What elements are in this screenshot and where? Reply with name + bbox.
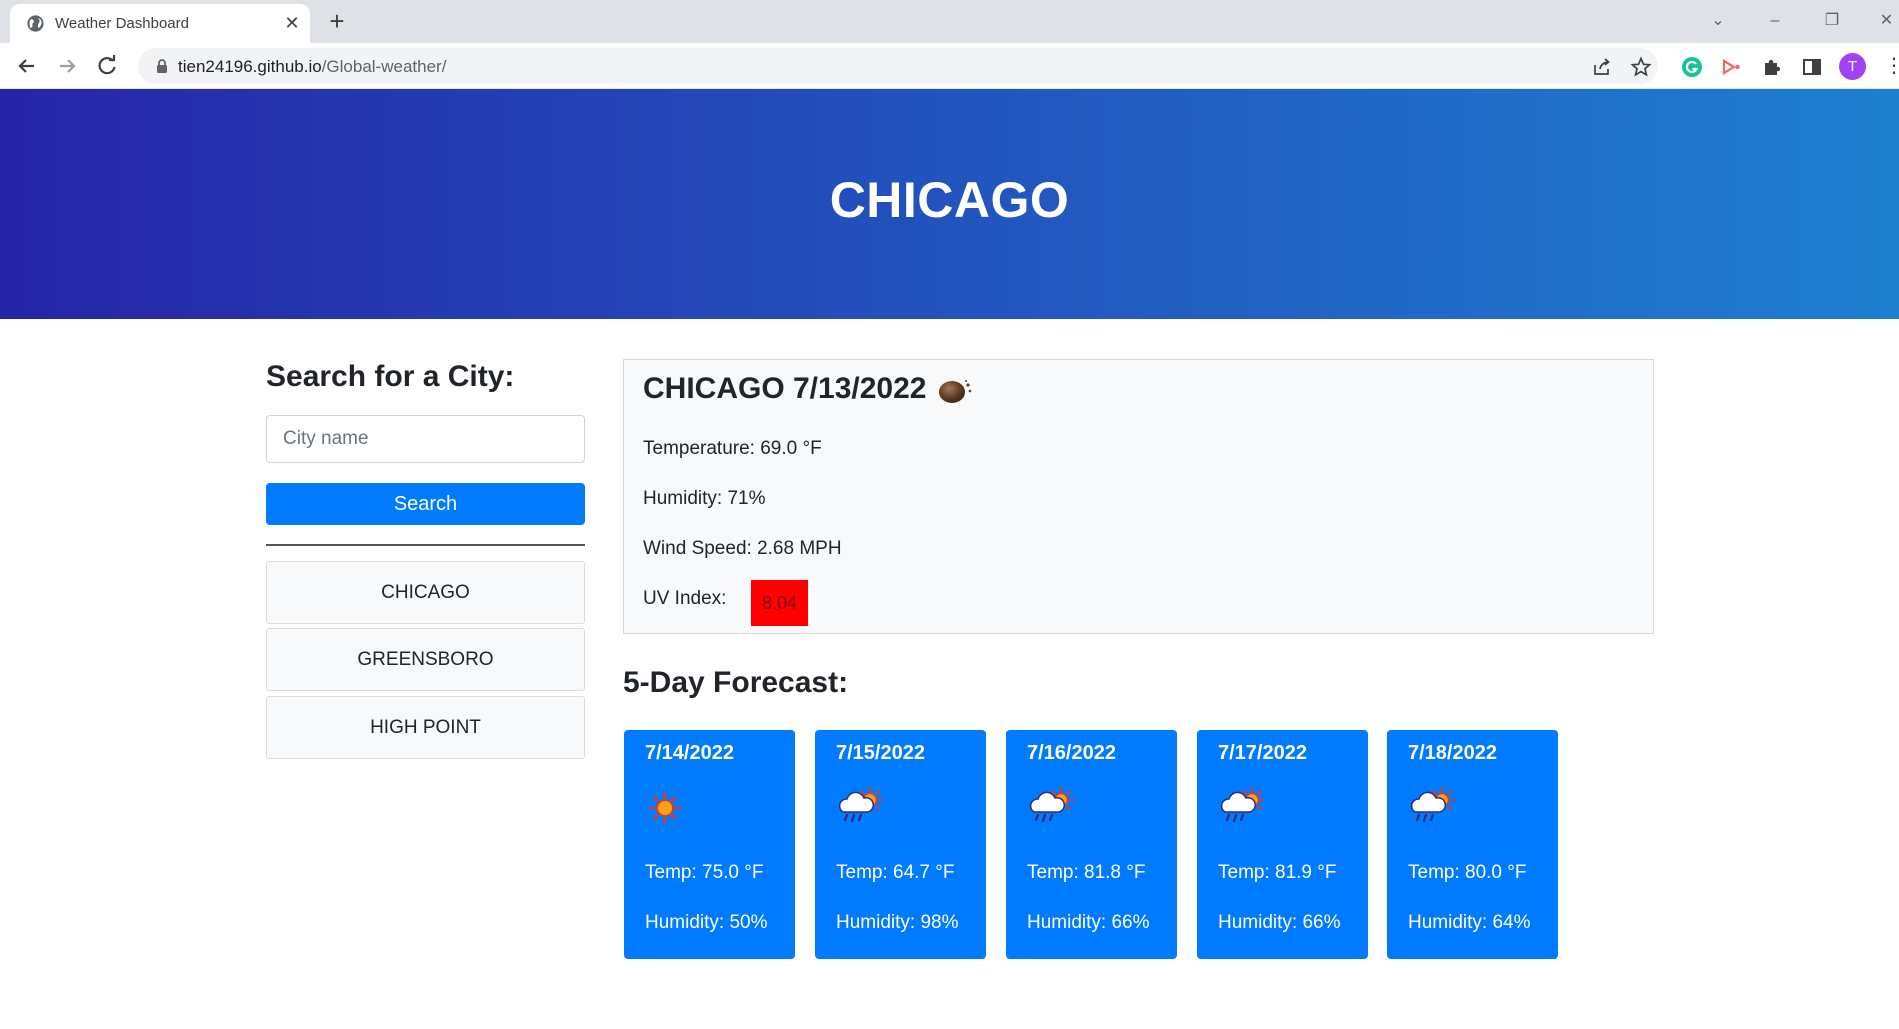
sidebar-divider [266, 544, 585, 546]
current-humidity: Humidity: 71% [643, 488, 766, 509]
forecast-temp: Temp: 81.8 °F [1027, 862, 1146, 883]
forecast-date: 7/15/2022 [836, 742, 925, 764]
tab-search-icon[interactable]: ⌄ [1703, 6, 1733, 36]
forecast-date: 7/18/2022 [1408, 742, 1497, 764]
browser-toolbar: tien24196.github.io/Global-weather/ T ⋮ [0, 43, 1899, 89]
forecast-card: 7/18/2022 Temp: 80.0 °F Humidity: 64% [1387, 730, 1558, 959]
close-tab-icon[interactable]: ✕ [282, 13, 302, 33]
city-search-input[interactable] [266, 415, 585, 463]
browser-tabstrip: Weather Dashboard ✕ + ⌄ – ❐ ✕ [0, 0, 1899, 43]
url-text: tien24196.github.io/Global-weather/ [178, 57, 447, 76]
night-clear-moon-icon [939, 380, 972, 403]
sun-rain-cloud-icon [1220, 787, 1265, 823]
forecast-date: 7/16/2022 [1027, 742, 1116, 764]
forecast-card: 7/16/2022 Temp: 81.8 °F Humidity: 66% [1006, 730, 1177, 959]
uv-index-row: UV Index: 8.04 [643, 580, 808, 626]
restore-icon[interactable]: ❐ [1817, 6, 1847, 36]
forecast-humidity: Humidity: 50% [645, 912, 768, 933]
forward-icon[interactable] [52, 51, 82, 81]
uv-index-badge: 8.04 [751, 580, 808, 626]
reload-icon[interactable] [92, 51, 122, 81]
uv-index-label: UV Index: [643, 588, 727, 609]
browser-tab[interactable]: Weather Dashboard ✕ [10, 4, 310, 43]
profile-avatar[interactable]: T [1839, 53, 1866, 80]
sun-rain-cloud-icon [838, 787, 883, 823]
search-button[interactable]: Search [266, 483, 585, 525]
forecast-date: 7/17/2022 [1218, 742, 1307, 764]
extensions-puzzle-icon[interactable] [1760, 55, 1784, 79]
cast-extension-icon[interactable] [1720, 55, 1744, 79]
current-weather-heading: CHICAGO 7/13/2022 [643, 372, 927, 405]
forecast-temp: Temp: 80.0 °F [1408, 862, 1527, 883]
sun-rain-cloud-icon [1410, 787, 1455, 823]
forecast-temp: Temp: 64.7 °F [836, 862, 955, 883]
forecast-title: 5-Day Forecast: [623, 666, 849, 699]
new-tab-icon[interactable]: + [322, 7, 352, 37]
forecast-card: 7/17/2022 Temp: 81.9 °F Humidity: 66% [1197, 730, 1368, 959]
forecast-humidity: Humidity: 66% [1218, 912, 1341, 933]
history-button-greensboro[interactable]: GREENSBORO [266, 628, 585, 691]
grammarly-icon[interactable] [1680, 55, 1704, 79]
lock-icon[interactable] [154, 58, 170, 74]
browser-menu-icon[interactable]: ⋮ [1884, 55, 1899, 79]
header-city-title: CHICAGO [829, 172, 1070, 228]
forecast-date: 7/14/2022 [645, 742, 734, 764]
forecast-card: 7/14/2022 Temp: 75.0 °F Humidity: 50% [624, 730, 795, 959]
close-window-icon[interactable]: ✕ [1874, 6, 1899, 36]
address-bar[interactable]: tien24196.github.io/Global-weather/ [138, 48, 1658, 84]
tab-title: Weather Dashboard [55, 15, 189, 32]
forecast-temp: Temp: 81.9 °F [1218, 862, 1337, 883]
minimize-icon[interactable]: – [1760, 6, 1790, 36]
forecast-temp: Temp: 75.0 °F [645, 862, 764, 883]
back-icon[interactable] [12, 51, 42, 81]
forecast-humidity: Humidity: 66% [1027, 912, 1150, 933]
globe-icon [27, 15, 44, 32]
side-panel-icon[interactable] [1800, 55, 1824, 79]
current-weather-card: CHICAGO 7/13/2022 Temperature: 69.0 °F H… [623, 359, 1654, 634]
sun-icon [648, 791, 682, 825]
forecast-humidity: Humidity: 98% [836, 912, 959, 933]
history-button-high-point[interactable]: HIGH POINT [266, 696, 585, 759]
sun-rain-cloud-icon [1029, 787, 1074, 823]
forecast-card: 7/15/2022 Temp: 64.7 °F Humidity: 98% [815, 730, 986, 959]
search-title: Search for a City: [266, 360, 515, 393]
bookmark-star-icon[interactable] [1630, 56, 1652, 78]
current-temperature: Temperature: 69.0 °F [643, 438, 822, 459]
forecast-humidity: Humidity: 64% [1408, 912, 1531, 933]
share-icon[interactable] [1591, 56, 1613, 78]
history-button-chicago[interactable]: CHICAGO [266, 561, 585, 624]
current-wind-speed: Wind Speed: 2.68 MPH [643, 538, 842, 559]
page-header: CHICAGO [0, 89, 1899, 319]
